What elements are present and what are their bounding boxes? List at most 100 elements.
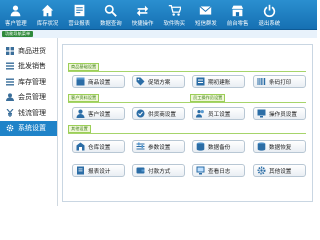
toolbar-label: 快捷操作: [131, 21, 154, 27]
button-label: 其他设置: [269, 168, 292, 175]
toolbar-report-button[interactable]: 营业报表: [63, 0, 95, 30]
database-icon: [257, 142, 266, 151]
button-label: 查看日志: [208, 168, 231, 175]
toolbar-label: 短信群发: [195, 21, 217, 27]
supplier-settings-button[interactable]: 供货商设置: [132, 107, 185, 120]
cart-icon: [167, 3, 181, 17]
toolbar-quick-button[interactable]: 快捷操作: [127, 0, 159, 30]
toolbar-customer-button[interactable]: 客户管理: [0, 0, 32, 30]
button-label: 客户设置: [88, 111, 111, 118]
operator-icon: [257, 109, 266, 118]
button-label: 仓库设置: [88, 144, 111, 151]
sliders-icon: [136, 142, 145, 151]
toolbar-sms-button[interactable]: 短信群发: [190, 0, 222, 30]
section-title: 其他设置: [68, 125, 91, 133]
other-settings-button[interactable]: 其他设置: [253, 164, 306, 177]
button-label: 参数设置: [148, 144, 171, 151]
sidebar-item-inventory[interactable]: 库存管理: [0, 74, 57, 90]
gear-icon: [257, 166, 266, 175]
top-toolbar: 客户管理 库存状况 营业报表 数据查询 快捷操作 软件购买 短信群发 前台零售 …: [0, 0, 317, 30]
section-divider: [68, 133, 306, 134]
section-divider: [68, 102, 306, 103]
monitor-icon: [196, 166, 205, 175]
section-header: 员工操作员设置: [190, 94, 226, 102]
button-label: 促销方案: [148, 79, 171, 86]
toolbar-label: 客户管理: [5, 21, 27, 27]
breadcrumb: 功能导航菜单: [2, 31, 34, 37]
toolbar-label: 前台零售: [226, 21, 249, 27]
toolbar-retail-button[interactable]: 前台零售: [222, 0, 254, 30]
button-label: 期初建账: [208, 79, 231, 86]
employee-settings-button[interactable]: 员工设置: [192, 107, 245, 120]
section-header: 客户资料设置: [68, 94, 100, 102]
home-icon: [41, 3, 55, 17]
parameter-settings-button[interactable]: 参数设置: [132, 140, 185, 153]
button-label: 条码打印: [269, 79, 292, 86]
section-header: 其他设置: [68, 125, 91, 133]
grid-icon: [6, 46, 14, 55]
sidebar-item-label: 会员管理: [18, 93, 46, 102]
toolbar-query-button[interactable]: 数据查询: [95, 0, 127, 30]
toolbar-label: 库存状况: [36, 21, 59, 27]
button-label: 报表设计: [88, 168, 111, 175]
sidebar: 商品进货 批发销售 库存管理 会员管理 钱流管理 系统设置: [0, 38, 58, 206]
button-label: 操作员设置: [269, 111, 297, 118]
product-settings-button[interactable]: 商品设置: [72, 75, 125, 88]
sidebar-item-label: 商品进货: [18, 46, 46, 55]
button-label: 数据备份: [208, 144, 231, 151]
customer-settings-button[interactable]: 客户设置: [72, 107, 125, 120]
barcode-print-button[interactable]: 条码打印: [253, 75, 306, 88]
toolbar-exit-button[interactable]: 退出系统: [254, 0, 286, 30]
user-icon: [6, 93, 14, 102]
warehouse-icon: [76, 142, 85, 151]
toolbar-buy-button[interactable]: 软件购买: [158, 0, 190, 30]
payment-method-button[interactable]: 付款方式: [132, 164, 185, 177]
database-icon: [196, 142, 205, 151]
section-header: 商品基础设置: [68, 63, 100, 71]
button-label: 数据恢复: [269, 144, 292, 151]
button-label: 付款方式: [148, 168, 171, 175]
button-label: 员工设置: [208, 111, 231, 118]
gear-icon: [6, 124, 14, 132]
toolbar-stock-button[interactable]: 库存状况: [32, 0, 64, 30]
power-icon: [262, 3, 276, 17]
section-title: 员工操作员设置: [190, 94, 226, 102]
mail-icon: [199, 3, 213, 17]
view-log-button[interactable]: 查看日志: [192, 164, 245, 177]
swap-icon: [136, 3, 150, 17]
section-title: 客户资料设置: [68, 94, 100, 102]
list-icon: [6, 62, 14, 70]
section-divider: [68, 71, 306, 72]
promotion-plan-button[interactable]: 促销方案: [132, 75, 185, 88]
warehouse-settings-button[interactable]: 仓库设置: [72, 140, 125, 153]
settings-panel: 商品基础设置 商品设置 促销方案 期初建账 条码打印 客户资料设置 员工操作员设…: [62, 44, 313, 202]
operator-settings-button[interactable]: 操作员设置: [253, 107, 306, 120]
toolbar-label: 数据查询: [100, 21, 122, 27]
toolbar-label: 软件购买: [163, 21, 186, 27]
toolbar-label: 退出系统: [258, 21, 281, 27]
data-restore-button[interactable]: 数据恢复: [253, 140, 306, 153]
report-icon: [72, 3, 86, 17]
ledger-icon: [196, 77, 205, 86]
section-title: 商品基础设置: [68, 63, 100, 71]
sidebar-item-wholesale[interactable]: 批发销售: [0, 59, 57, 75]
sidebar-item-purchase[interactable]: 商品进货: [0, 43, 57, 59]
barcode-icon: [257, 77, 266, 86]
sidebar-item-settings[interactable]: 系统设置: [0, 120, 57, 136]
supplier-icon: [136, 109, 145, 118]
opening-account-button[interactable]: 期初建账: [192, 75, 245, 88]
search-icon: [104, 3, 118, 17]
employee-icon: [196, 109, 205, 118]
sidebar-item-cashflow[interactable]: 钱流管理: [0, 105, 57, 121]
sidebar-item-member[interactable]: 会员管理: [0, 90, 57, 106]
users-icon: [9, 3, 23, 17]
store-icon: [231, 3, 245, 17]
box-icon: [76, 77, 85, 86]
wallet-icon: [136, 166, 145, 175]
sidebar-item-label: 批发销售: [18, 62, 46, 71]
tag-icon: [136, 77, 145, 86]
toolbar-label: 营业报表: [68, 21, 90, 27]
data-backup-button[interactable]: 数据备份: [192, 140, 245, 153]
button-label: 供货商设置: [148, 111, 176, 118]
report-design-button[interactable]: 报表设计: [72, 164, 125, 177]
